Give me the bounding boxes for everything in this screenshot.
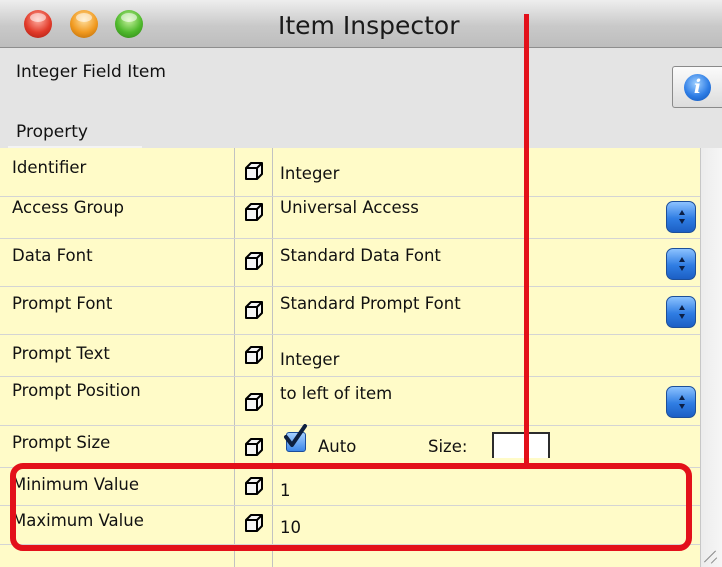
annotation-highlight-box bbox=[10, 463, 692, 551]
property-name-data-font[interactable]: Data Font bbox=[12, 246, 93, 265]
checkmark-icon bbox=[284, 424, 307, 447]
zoom-window-button[interactable] bbox=[115, 10, 143, 38]
row-divider bbox=[0, 376, 700, 377]
property-value-prompt-text[interactable]: Integer bbox=[280, 350, 339, 369]
close-window-button[interactable] bbox=[24, 10, 52, 38]
title-bar[interactable]: Item Inspector bbox=[0, 0, 722, 48]
cube-icon[interactable] bbox=[244, 345, 264, 365]
property-name-access-group[interactable]: Access Group bbox=[12, 198, 124, 217]
property-column-header[interactable]: Property bbox=[16, 122, 88, 142]
cube-icon[interactable] bbox=[244, 392, 264, 412]
item-type-label: Integer Field Item bbox=[16, 62, 166, 82]
cube-icon[interactable] bbox=[244, 300, 264, 320]
cube-icon[interactable] bbox=[244, 251, 264, 271]
property-name-prompt-position[interactable]: Prompt Position bbox=[12, 381, 141, 400]
prompt-font-popup-button[interactable] bbox=[666, 296, 696, 328]
access-group-popup-button[interactable] bbox=[666, 201, 696, 233]
row-divider bbox=[0, 238, 700, 239]
property-name-prompt-size[interactable]: Prompt Size bbox=[12, 433, 110, 452]
minimize-window-button[interactable] bbox=[70, 10, 98, 38]
property-name-prompt-font[interactable]: Prompt Font bbox=[12, 294, 112, 313]
row-divider bbox=[0, 425, 700, 426]
row-divider bbox=[0, 196, 700, 197]
info-icon: i bbox=[684, 74, 711, 101]
property-value-prompt-font[interactable]: Standard Prompt Font bbox=[280, 294, 461, 313]
info-button[interactable]: i bbox=[672, 66, 722, 108]
inspector-header: Integer Field Item i Property bbox=[0, 48, 722, 148]
resize-grip-icon[interactable] bbox=[704, 550, 718, 564]
item-inspector-window: Item Inspector Integer Field Item i Prop… bbox=[0, 0, 722, 567]
property-name-identifier[interactable]: Identifier bbox=[12, 158, 86, 177]
size-input[interactable] bbox=[492, 432, 550, 458]
property-value-identifier[interactable]: Integer bbox=[280, 164, 339, 183]
vertical-scrollbar[interactable] bbox=[700, 148, 722, 567]
property-value-prompt-position[interactable]: to left of item bbox=[280, 384, 392, 403]
prompt-position-popup-button[interactable] bbox=[666, 386, 696, 418]
cube-icon[interactable] bbox=[244, 437, 264, 457]
property-value-access-group[interactable]: Universal Access bbox=[280, 198, 419, 217]
property-value-data-font[interactable]: Standard Data Font bbox=[280, 246, 441, 265]
property-name-prompt-text[interactable]: Prompt Text bbox=[12, 344, 110, 363]
cube-icon[interactable] bbox=[244, 161, 264, 181]
size-label: Size: bbox=[428, 437, 468, 456]
annotation-arrow-line bbox=[524, 14, 529, 464]
row-divider bbox=[0, 334, 700, 335]
auto-size-label[interactable]: Auto bbox=[318, 437, 356, 456]
window-title: Item Inspector bbox=[278, 11, 460, 40]
cube-icon[interactable] bbox=[244, 202, 264, 222]
row-divider bbox=[0, 286, 700, 287]
data-font-popup-button[interactable] bbox=[666, 248, 696, 280]
